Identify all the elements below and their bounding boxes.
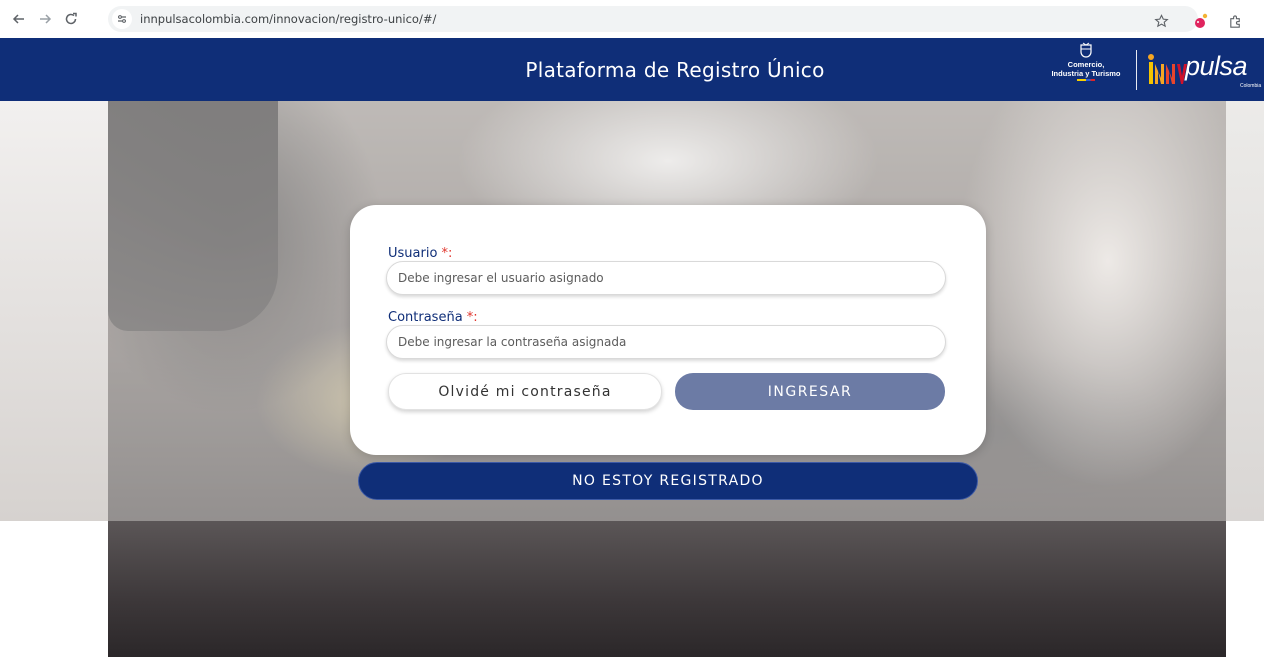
flag-stripe — [1077, 79, 1095, 81]
background-bottom-shade — [108, 521, 1226, 657]
extension-icon[interactable] — [1188, 8, 1214, 34]
background-left-panel — [0, 101, 108, 521]
browser-toolbar: innpulsacolombia.com/innovacion/registro… — [0, 0, 1264, 38]
not-registered-button[interactable]: NO ESTOY REGISTRADO — [358, 462, 978, 500]
ministry-name-line1: Comercio, — [1067, 60, 1105, 69]
coat-of-arms-icon — [1080, 42, 1092, 58]
password-input[interactable] — [386, 325, 946, 359]
user-required-mark: *: — [441, 246, 453, 261]
password-label: Contraseña *: — [388, 310, 478, 325]
forgot-password-button[interactable]: Olvidé mi contraseña — [388, 373, 662, 410]
innpulsa-mark-icon — [1148, 54, 1187, 84]
app-header: Plataforma de Registro Único Comercio, I… — [0, 38, 1264, 101]
url-text[interactable]: innpulsacolombia.com/innovacion/registro… — [140, 12, 436, 26]
user-label-text: Usuario — [388, 246, 442, 261]
login-card: Usuario *: Contraseña *: Olvidé mi contr… — [350, 205, 986, 455]
logo-divider — [1136, 50, 1137, 90]
password-label-text: Contraseña — [388, 310, 467, 325]
ministry-logo: Comercio, Industria y Turismo — [1040, 42, 1132, 96]
ministry-name-line2: Industria y Turismo — [1051, 69, 1121, 78]
background-right-panel — [1226, 101, 1264, 521]
forward-arrow-icon[interactable] — [32, 6, 58, 32]
user-input[interactable] — [386, 261, 946, 295]
address-bar[interactable]: innpulsacolombia.com/innovacion/registro… — [108, 6, 1198, 32]
brand-country: Colombia — [1240, 83, 1262, 89]
reload-icon[interactable] — [58, 6, 84, 32]
brand-wordmark: pulsa — [1185, 51, 1248, 81]
login-submit-button[interactable]: INGRESAR — [675, 373, 945, 410]
site-info-icon[interactable] — [112, 9, 132, 29]
password-required-mark: *: — [466, 310, 478, 325]
user-label: Usuario *: — [388, 246, 452, 261]
back-arrow-icon[interactable] — [6, 6, 32, 32]
puzzle-icon[interactable] — [1222, 8, 1248, 34]
bookmark-star-icon[interactable] — [1148, 8, 1174, 34]
innpulsa-logo: pulsa Colombia — [1146, 48, 1264, 92]
